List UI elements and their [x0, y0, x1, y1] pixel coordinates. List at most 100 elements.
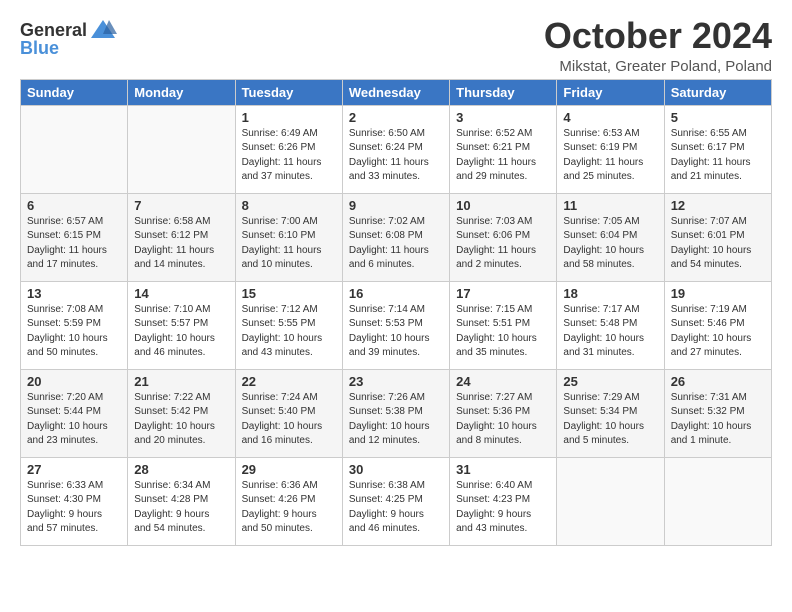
day-number: 7	[134, 198, 228, 213]
day-number: 28	[134, 462, 228, 477]
day-number: 8	[242, 198, 336, 213]
calendar-cell: 3Sunrise: 6:52 AM Sunset: 6:21 PM Daylig…	[450, 105, 557, 193]
logo: General Blue	[20, 16, 117, 59]
day-number: 30	[349, 462, 443, 477]
day-number: 6	[27, 198, 121, 213]
location-title: Mikstat, Greater Poland, Poland	[544, 58, 772, 75]
title-block: October 2024 Mikstat, Greater Poland, Po…	[544, 16, 772, 75]
day-info: Sunrise: 6:34 AM Sunset: 4:28 PM Dayligh…	[134, 479, 228, 537]
col-wednesday: Wednesday	[342, 79, 449, 105]
day-info: Sunrise: 6:50 AM Sunset: 6:24 PM Dayligh…	[349, 127, 443, 185]
col-sunday: Sunday	[21, 79, 128, 105]
col-tuesday: Tuesday	[235, 79, 342, 105]
calendar-cell: 20 Sunrise: 7:20 AM Sunset: 5:44 PM Dayli…	[21, 369, 128, 457]
day-number: 9	[349, 198, 443, 213]
day-number: 23	[349, 374, 443, 389]
day-info: Sunrise: 7:14 AM Sunset: 5:53 PM Dayligh…	[349, 303, 443, 361]
col-saturday: Saturday	[664, 79, 771, 105]
header-row: Sunday Monday Tuesday Wednesday Thursday…	[21, 79, 772, 105]
day-info: Sunrise: 7:26 AM Sunset: 5:38 PM Dayligh…	[349, 391, 443, 449]
day-number: 14	[134, 286, 228, 301]
day-info: Sunrise: 7:20 AM Sunset: 5:44 PM Dayligh…	[27, 391, 121, 449]
calendar-cell: 17Sunrise: 7:15 AM Sunset: 5:51 PM Dayli…	[450, 281, 557, 369]
day-number: 19	[671, 286, 765, 301]
calendar-table: Sunday Monday Tuesday Wednesday Thursday…	[20, 79, 772, 546]
calendar-cell: 21 Sunrise: 7:22 AM Sunset: 5:42 PM Dayli…	[128, 369, 235, 457]
day-number: 25	[563, 374, 657, 389]
day-number: 10	[456, 198, 550, 213]
calendar-cell: 23 Sunrise: 7:26 AM Sunset: 5:38 PM Dayli…	[342, 369, 449, 457]
col-monday: Monday	[128, 79, 235, 105]
day-info: Sunrise: 7:19 AM Sunset: 5:46 PM Dayligh…	[671, 303, 765, 361]
calendar-week-4: 20 Sunrise: 7:20 AM Sunset: 5:44 PM Dayli…	[21, 369, 772, 457]
day-number: 18	[563, 286, 657, 301]
calendar-cell: 15 Sunrise: 7:12 AM Sunset: 5:55 PM Dayli…	[235, 281, 342, 369]
day-info: Sunrise: 6:40 AM Sunset: 4:23 PM Dayligh…	[456, 479, 550, 537]
calendar-cell	[664, 457, 771, 545]
calendar-week-2: 6Sunrise: 6:57 AM Sunset: 6:15 PM Daylig…	[21, 193, 772, 281]
calendar-cell: 10 Sunrise: 7:03 AM Sunset: 6:06 PM Dayli…	[450, 193, 557, 281]
day-number: 1	[242, 110, 336, 125]
calendar-cell: 6Sunrise: 6:57 AM Sunset: 6:15 PM Daylig…	[21, 193, 128, 281]
day-number: 4	[563, 110, 657, 125]
day-info: Sunrise: 7:02 AM Sunset: 6:08 PM Dayligh…	[349, 215, 443, 273]
day-number: 20	[27, 374, 121, 389]
calendar-cell: 22 Sunrise: 7:24 AM Sunset: 5:40 PM Dayli…	[235, 369, 342, 457]
calendar-cell: 12 Sunrise: 7:07 AM Sunset: 6:01 PM Dayli…	[664, 193, 771, 281]
day-number: 13	[27, 286, 121, 301]
day-number: 11	[563, 198, 657, 213]
calendar-cell: 31 Sunrise: 6:40 AM Sunset: 4:23 PM Dayli…	[450, 457, 557, 545]
day-info: Sunrise: 7:07 AM Sunset: 6:01 PM Dayligh…	[671, 215, 765, 273]
logo-icon	[89, 16, 117, 44]
calendar-cell	[128, 105, 235, 193]
calendar-cell: 29Sunrise: 6:36 AM Sunset: 4:26 PM Dayli…	[235, 457, 342, 545]
day-number: 12	[671, 198, 765, 213]
day-number: 26	[671, 374, 765, 389]
calendar-week-1: 1 Sunrise: 6:49 AM Sunset: 6:26 PM Daylig…	[21, 105, 772, 193]
day-info: Sunrise: 7:15 AM Sunset: 5:51 PM Dayligh…	[456, 303, 550, 361]
col-thursday: Thursday	[450, 79, 557, 105]
calendar-cell: 5 Sunrise: 6:55 AM Sunset: 6:17 PM Daylig…	[664, 105, 771, 193]
day-number: 31	[456, 462, 550, 477]
day-info: Sunrise: 7:12 AM Sunset: 5:55 PM Dayligh…	[242, 303, 336, 361]
calendar-cell: 13Sunrise: 7:08 AM Sunset: 5:59 PM Dayli…	[21, 281, 128, 369]
day-number: 2	[349, 110, 443, 125]
month-title: October 2024	[544, 16, 772, 56]
header: General Blue October 2024 Mikstat, Great…	[20, 16, 772, 75]
day-info: Sunrise: 6:33 AM Sunset: 4:30 PM Dayligh…	[27, 479, 121, 537]
day-info: Sunrise: 7:22 AM Sunset: 5:42 PM Dayligh…	[134, 391, 228, 449]
calendar-cell: 28 Sunrise: 6:34 AM Sunset: 4:28 PM Dayli…	[128, 457, 235, 545]
day-info: Sunrise: 7:03 AM Sunset: 6:06 PM Dayligh…	[456, 215, 550, 273]
day-number: 16	[349, 286, 443, 301]
calendar-week-3: 13Sunrise: 7:08 AM Sunset: 5:59 PM Dayli…	[21, 281, 772, 369]
day-info: Sunrise: 6:53 AM Sunset: 6:19 PM Dayligh…	[563, 127, 657, 185]
day-number: 15	[242, 286, 336, 301]
day-info: Sunrise: 6:36 AM Sunset: 4:26 PM Dayligh…	[242, 479, 336, 537]
day-info: Sunrise: 6:55 AM Sunset: 6:17 PM Dayligh…	[671, 127, 765, 185]
day-info: Sunrise: 6:38 AM Sunset: 4:25 PM Dayligh…	[349, 479, 443, 537]
logo-blue: Blue	[20, 38, 59, 59]
col-friday: Friday	[557, 79, 664, 105]
calendar-cell: 4 Sunrise: 6:53 AM Sunset: 6:19 PM Daylig…	[557, 105, 664, 193]
day-number: 3	[456, 110, 550, 125]
calendar-cell: 25 Sunrise: 7:29 AM Sunset: 5:34 PM Dayli…	[557, 369, 664, 457]
day-number: 24	[456, 374, 550, 389]
calendar-cell: 30 Sunrise: 6:38 AM Sunset: 4:25 PM Dayli…	[342, 457, 449, 545]
day-number: 22	[242, 374, 336, 389]
calendar-cell: 18Sunrise: 7:17 AM Sunset: 5:48 PM Dayli…	[557, 281, 664, 369]
calendar-cell: 14 Sunrise: 7:10 AM Sunset: 5:57 PM Dayli…	[128, 281, 235, 369]
calendar-cell: 26Sunrise: 7:31 AM Sunset: 5:32 PM Dayli…	[664, 369, 771, 457]
day-info: Sunrise: 7:29 AM Sunset: 5:34 PM Dayligh…	[563, 391, 657, 449]
day-info: Sunrise: 7:10 AM Sunset: 5:57 PM Dayligh…	[134, 303, 228, 361]
day-info: Sunrise: 7:24 AM Sunset: 5:40 PM Dayligh…	[242, 391, 336, 449]
day-info: Sunrise: 6:49 AM Sunset: 6:26 PM Dayligh…	[242, 127, 336, 185]
calendar-cell: 24 Sunrise: 7:27 AM Sunset: 5:36 PM Dayli…	[450, 369, 557, 457]
day-number: 27	[27, 462, 121, 477]
calendar-cell: 9 Sunrise: 7:02 AM Sunset: 6:08 PM Daylig…	[342, 193, 449, 281]
day-number: 5	[671, 110, 765, 125]
day-info: Sunrise: 7:27 AM Sunset: 5:36 PM Dayligh…	[456, 391, 550, 449]
day-number: 21	[134, 374, 228, 389]
calendar-cell: 27 Sunrise: 6:33 AM Sunset: 4:30 PM Dayli…	[21, 457, 128, 545]
calendar-cell: 2 Sunrise: 6:50 AM Sunset: 6:24 PM Daylig…	[342, 105, 449, 193]
calendar-cell: 8Sunrise: 7:00 AM Sunset: 6:10 PM Daylig…	[235, 193, 342, 281]
